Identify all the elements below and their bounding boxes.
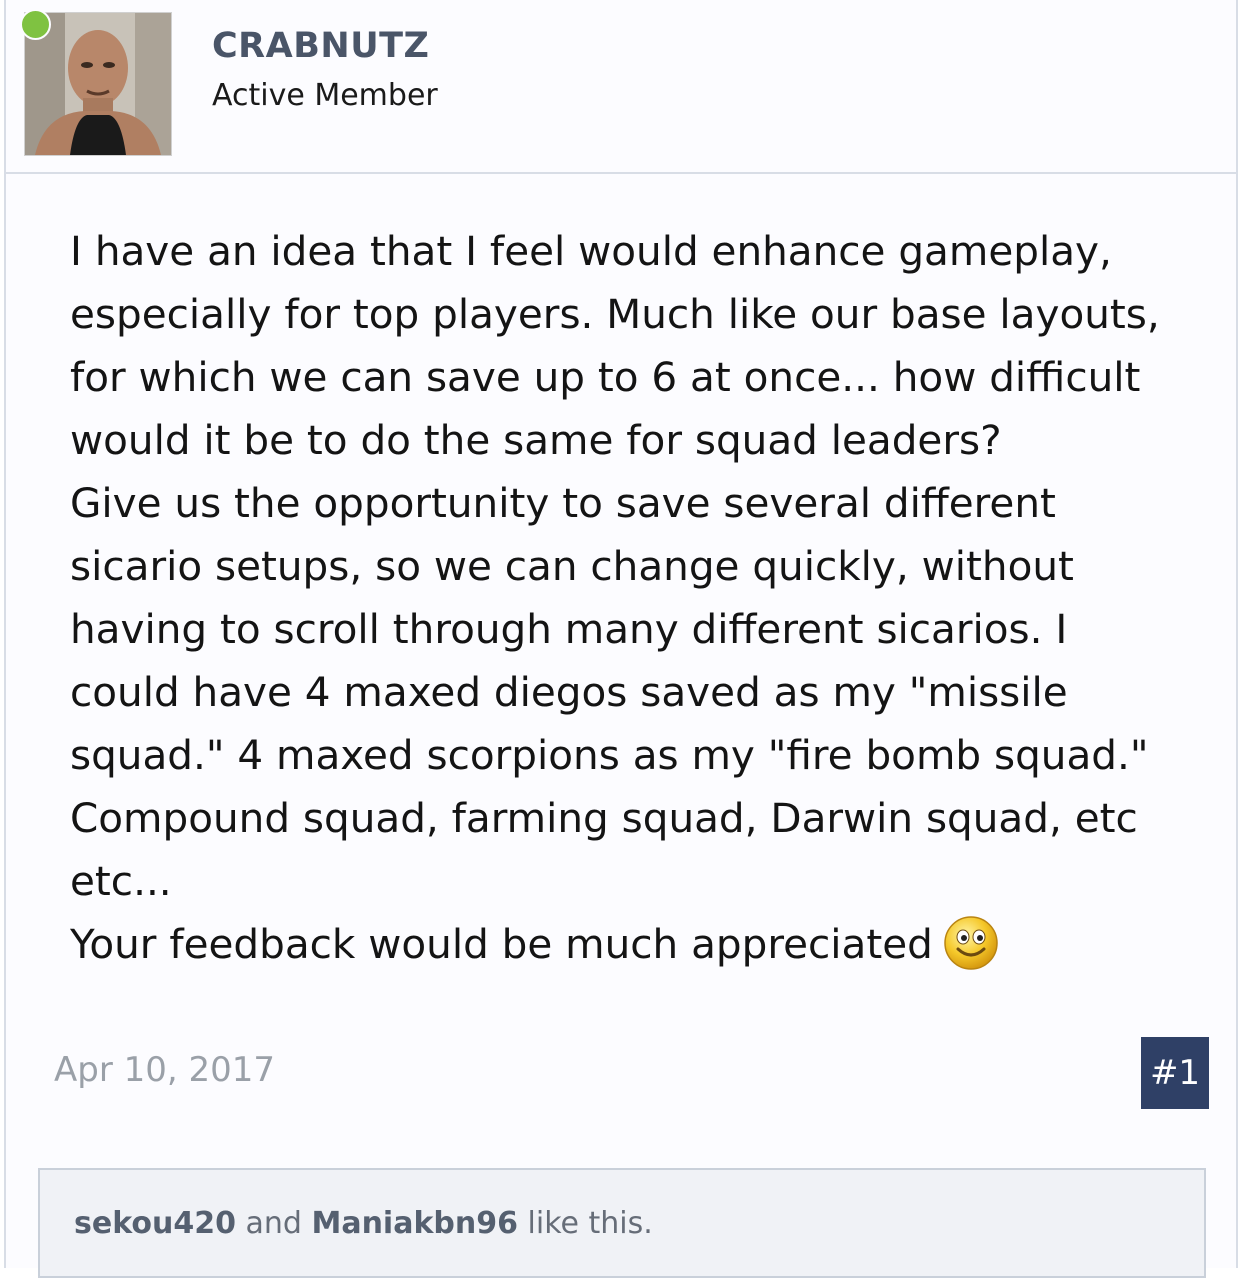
smile-emoji-icon [943, 915, 999, 971]
post-username[interactable]: CRABNUTZ [212, 26, 429, 66]
forum-post: CRABNUTZ Active Member I have an idea th… [4, 0, 1238, 1278]
user-title: Active Member [212, 78, 438, 113]
message-paragraph: I have an idea that I feel would enhance… [70, 227, 1160, 464]
online-status-icon [20, 9, 51, 40]
post-user-header: CRABNUTZ Active Member [6, 0, 1236, 174]
liker-link[interactable]: Maniakbn96 [311, 1206, 518, 1241]
likes-text: sekou420 and Maniakbn96 like this. [74, 1206, 653, 1241]
post-date[interactable]: Apr 10, 2017 [54, 1050, 275, 1090]
post-message: I have an idea that I feel would enhance… [70, 220, 1200, 976]
likes-connector: and [235, 1206, 312, 1241]
message-text: Your feedback would be much appreciated [70, 920, 933, 968]
message-paragraph: Give us the opportunity to save several … [70, 479, 1149, 905]
liker-link[interactable]: sekou420 [74, 1206, 236, 1241]
likes-summary: sekou420 and Maniakbn96 like this. [38, 1168, 1206, 1278]
message-paragraph: Your feedback would be much appreciated [70, 913, 1200, 976]
likes-suffix: like this. [517, 1206, 653, 1241]
post-permalink-button[interactable]: #1 [1141, 1037, 1209, 1109]
